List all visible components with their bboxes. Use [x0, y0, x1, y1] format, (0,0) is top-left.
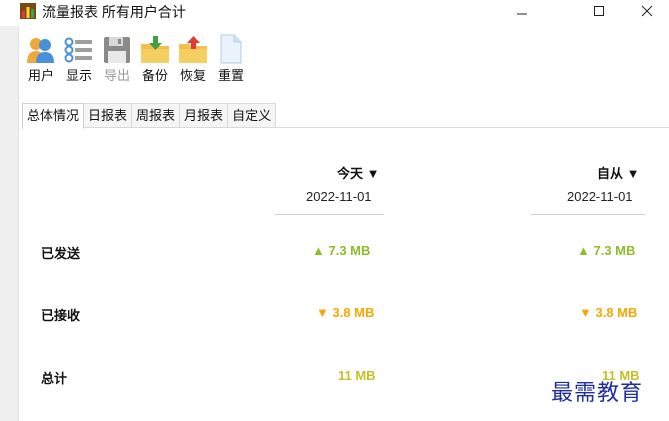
tab-monthly[interactable]: 月报表	[179, 103, 229, 128]
backup-label: 备份	[141, 68, 168, 83]
title-bar: 流量报表 所有用户合计	[0, 0, 669, 26]
today-divider	[275, 214, 384, 215]
total-label: 总计	[41, 371, 68, 386]
maximize-icon	[594, 6, 604, 16]
sent-label: 已发送	[41, 246, 81, 261]
tab-weekly[interactable]: 周报表	[131, 103, 181, 128]
blank-document-icon	[220, 34, 242, 64]
total-today-value: 11 MB	[338, 368, 376, 383]
received-today-value: ▼ 3.8 MB	[316, 305, 375, 320]
minimize-icon	[517, 13, 527, 15]
toolbar: 用户 显示 导出 备份 恢复 重置	[22, 34, 250, 90]
close-button[interactable]	[625, 0, 669, 22]
display-button[interactable]: 显示	[60, 34, 98, 90]
minimize-button[interactable]	[500, 0, 544, 22]
close-icon	[641, 5, 653, 17]
display-label: 显示	[65, 68, 92, 83]
restore-button[interactable]: 恢复	[174, 34, 212, 90]
watermark: 最需教育	[551, 381, 644, 406]
left-window-edge	[0, 26, 19, 421]
window-title: 流量报表 所有用户合计	[42, 4, 186, 20]
tab-overview[interactable]: 总体情况	[22, 103, 85, 129]
users-icon	[27, 38, 54, 63]
export-label: 导出	[103, 68, 130, 83]
since-date: 2022-11-01	[567, 189, 633, 204]
save-disk-icon	[104, 37, 130, 63]
restore-label: 恢复	[179, 68, 206, 83]
tab-custom[interactable]: 自定义	[227, 103, 277, 128]
app-icon	[20, 3, 36, 19]
list-display-icon	[64, 37, 92, 63]
sent-since-value: ▲ 7.3 MB	[577, 243, 636, 258]
tab-daily[interactable]: 日报表	[83, 103, 133, 128]
users-label: 用户	[27, 68, 54, 83]
tab-underline	[22, 127, 669, 128]
maximize-button[interactable]	[577, 0, 621, 22]
users-button[interactable]: 用户	[22, 34, 60, 90]
reset-button[interactable]: 重置	[212, 34, 250, 90]
folder-upload-icon	[179, 36, 207, 63]
sent-today-value: ▲ 7.3 MB	[312, 243, 371, 258]
since-column-header[interactable]: 自从 ▼	[597, 163, 639, 182]
today-column-header[interactable]: 今天 ▼	[337, 163, 379, 182]
folder-download-icon	[141, 36, 169, 63]
received-label: 已接收	[41, 308, 81, 323]
backup-button[interactable]: 备份	[136, 34, 174, 90]
reset-label: 重置	[217, 68, 244, 83]
received-since-value: ▼ 3.8 MB	[579, 305, 638, 320]
today-date: 2022-11-01	[306, 189, 372, 204]
report-tabs: 总体情况 日报表 周报表 月报表 自定义	[22, 103, 277, 129]
export-button[interactable]: 导出	[98, 34, 136, 90]
since-divider	[531, 214, 645, 215]
